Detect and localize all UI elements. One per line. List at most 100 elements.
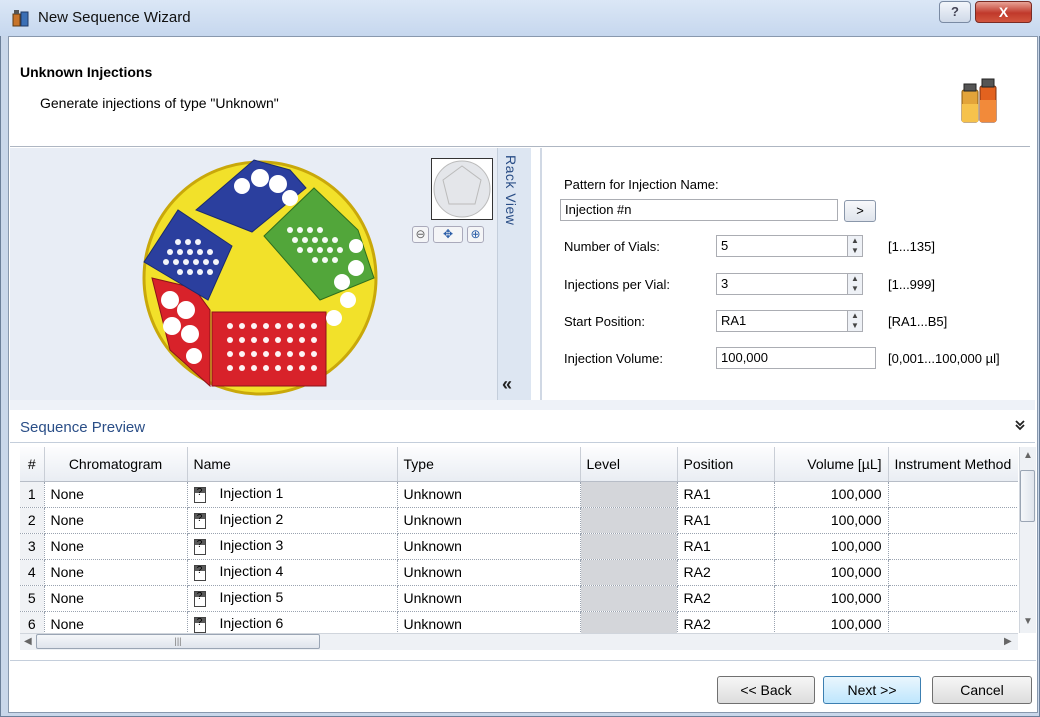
rack-minimap[interactable] xyxy=(431,158,493,220)
sequence-preview-title: Sequence Preview xyxy=(20,419,146,436)
table-row[interactable]: 6 None ? Injection 6 Unknown RA2 100,000 xyxy=(20,611,1018,633)
unknown-sample-icon: ? xyxy=(193,564,206,581)
method-cell[interactable] xyxy=(888,585,1018,612)
horizontal-scroll-thumb[interactable]: ||| xyxy=(36,634,320,649)
scroll-right-icon[interactable]: ▶ xyxy=(1004,636,1012,647)
zoom-in-icon[interactable]: ⊕ xyxy=(467,226,484,243)
chromatogram-cell[interactable]: None xyxy=(44,507,188,534)
vials-spinner[interactable]: ▲ ▼ xyxy=(847,235,863,257)
injections-input[interactable]: 3 xyxy=(716,273,848,295)
page-subtitle: Generate injections of type "Unknown" xyxy=(40,95,279,111)
unknown-sample-icon: ? xyxy=(193,616,206,633)
table-row[interactable]: 1 None ? Injection 1 Unknown RA1 100,000 xyxy=(20,481,1018,508)
injections-spinner[interactable]: ▲ ▼ xyxy=(847,273,863,295)
level-cell xyxy=(580,481,678,508)
row-number: 1 xyxy=(20,481,45,508)
method-cell[interactable] xyxy=(888,533,1018,560)
vials-input[interactable]: 5 xyxy=(716,235,848,257)
volume-cell[interactable]: 100,000 xyxy=(774,481,889,508)
name-cell-wrap[interactable]: ? Injection 5 xyxy=(187,585,398,612)
start-position-range: [RA1...B5] xyxy=(888,314,948,329)
position-cell[interactable]: RA2 xyxy=(677,585,775,612)
position-cell[interactable]: RA2 xyxy=(677,611,775,633)
collapse-rack-button[interactable]: « xyxy=(502,374,512,395)
volume-cell[interactable]: 100,000 xyxy=(774,533,889,560)
vials-icon xyxy=(961,78,997,123)
col-header-chromatogram[interactable]: Chromatogram xyxy=(44,447,188,482)
window-title: New Sequence Wizard xyxy=(38,9,191,26)
expand-preview-icon[interactable] xyxy=(1014,418,1026,434)
method-cell[interactable] xyxy=(888,507,1018,534)
row-number: 2 xyxy=(20,507,45,534)
table-row[interactable]: 3 None ? Injection 3 Unknown RA1 100,000 xyxy=(20,533,1018,560)
cancel-button[interactable]: Cancel xyxy=(932,676,1032,704)
next-button[interactable]: Next >> xyxy=(823,676,921,704)
col-header-volume[interactable]: Volume [µL] xyxy=(774,447,889,482)
grid-header-row: # Chromatogram Name Type Level Position … xyxy=(20,447,1018,482)
unknown-sample-icon: ? xyxy=(193,590,206,607)
zoom-out-icon[interactable]: ⊖ xyxy=(412,226,429,243)
autosampler-rack[interactable] xyxy=(130,150,390,404)
pattern-input[interactable]: Injection #n xyxy=(560,199,838,221)
start-position-label: Start Position: xyxy=(564,314,645,329)
name-cell: Injection 6 xyxy=(219,615,284,632)
name-cell-wrap[interactable]: ? Injection 1 xyxy=(187,481,398,508)
col-header-level[interactable]: Level xyxy=(580,447,678,482)
fit-view-icon[interactable]: ✥ xyxy=(433,226,463,243)
scroll-up-icon[interactable]: ▲ xyxy=(1023,450,1033,461)
pattern-insert-button[interactable]: > xyxy=(844,200,876,222)
level-cell xyxy=(580,611,678,633)
scroll-left-icon[interactable]: ◀ xyxy=(24,636,32,647)
back-button[interactable]: << Back xyxy=(717,676,815,704)
volume-cell[interactable]: 100,000 xyxy=(774,585,889,612)
chromatogram-cell[interactable]: None xyxy=(44,585,188,612)
position-cell[interactable]: RA1 xyxy=(677,507,775,534)
name-cell-wrap[interactable]: ? Injection 3 xyxy=(187,533,398,560)
position-cell[interactable]: RA1 xyxy=(677,533,775,560)
method-cell[interactable] xyxy=(888,611,1018,633)
chromatogram-cell[interactable]: None xyxy=(44,481,188,508)
row-number: 5 xyxy=(20,585,45,612)
name-cell-wrap[interactable]: ? Injection 6 xyxy=(187,611,398,633)
method-cell[interactable] xyxy=(888,559,1018,586)
splitter[interactable] xyxy=(10,400,1035,410)
chromatogram-cell[interactable]: None xyxy=(44,533,188,560)
volume-cell[interactable]: 100,000 xyxy=(774,559,889,586)
chromatogram-cell[interactable]: None xyxy=(44,559,188,586)
col-header-name[interactable]: Name xyxy=(187,447,398,482)
vertical-scroll-thumb[interactable] xyxy=(1020,470,1035,522)
volume-input[interactable]: 100,000 xyxy=(716,347,876,369)
pattern-label: Pattern for Injection Name: xyxy=(564,177,719,192)
table-row[interactable]: 4 None ? Injection 4 Unknown RA2 100,000 xyxy=(20,559,1018,586)
chromatogram-cell[interactable]: None xyxy=(44,611,188,633)
unknown-sample-icon: ? xyxy=(193,512,206,529)
col-header-number[interactable]: # xyxy=(20,447,45,482)
sequence-grid[interactable]: # Chromatogram Name Type Level Position … xyxy=(20,447,1018,633)
type-cell[interactable]: Unknown xyxy=(397,559,581,586)
col-header-position[interactable]: Position xyxy=(677,447,775,482)
scroll-down-icon[interactable]: ▼ xyxy=(1023,616,1033,627)
col-header-type[interactable]: Type xyxy=(397,447,581,482)
rack-view-label[interactable]: Rack View xyxy=(503,155,519,225)
table-row[interactable]: 5 None ? Injection 5 Unknown RA2 100,000 xyxy=(20,585,1018,612)
name-cell-wrap[interactable]: ? Injection 2 xyxy=(187,507,398,534)
type-cell[interactable]: Unknown xyxy=(397,585,581,612)
name-cell: Injection 1 xyxy=(219,485,284,502)
volume-cell[interactable]: 100,000 xyxy=(774,507,889,534)
start-position-spinner[interactable]: ▲ ▼ xyxy=(847,310,863,332)
type-cell[interactable]: Unknown xyxy=(397,507,581,534)
method-cell[interactable] xyxy=(888,481,1018,508)
position-cell[interactable]: RA1 xyxy=(677,481,775,508)
type-cell[interactable]: Unknown xyxy=(397,611,581,633)
close-button[interactable]: X xyxy=(975,1,1032,23)
type-cell[interactable]: Unknown xyxy=(397,533,581,560)
type-cell[interactable]: Unknown xyxy=(397,481,581,508)
name-cell-wrap[interactable]: ? Injection 4 xyxy=(187,559,398,586)
table-row[interactable]: 2 None ? Injection 2 Unknown RA1 100,000 xyxy=(20,507,1018,534)
volume-cell[interactable]: 100,000 xyxy=(774,611,889,633)
start-position-input[interactable]: RA1 xyxy=(716,310,848,332)
unknown-sample-icon: ? xyxy=(193,486,206,503)
col-header-instrument-method[interactable]: Instrument Method xyxy=(888,447,1018,482)
position-cell[interactable]: RA2 xyxy=(677,559,775,586)
help-button[interactable]: ? xyxy=(939,1,971,23)
